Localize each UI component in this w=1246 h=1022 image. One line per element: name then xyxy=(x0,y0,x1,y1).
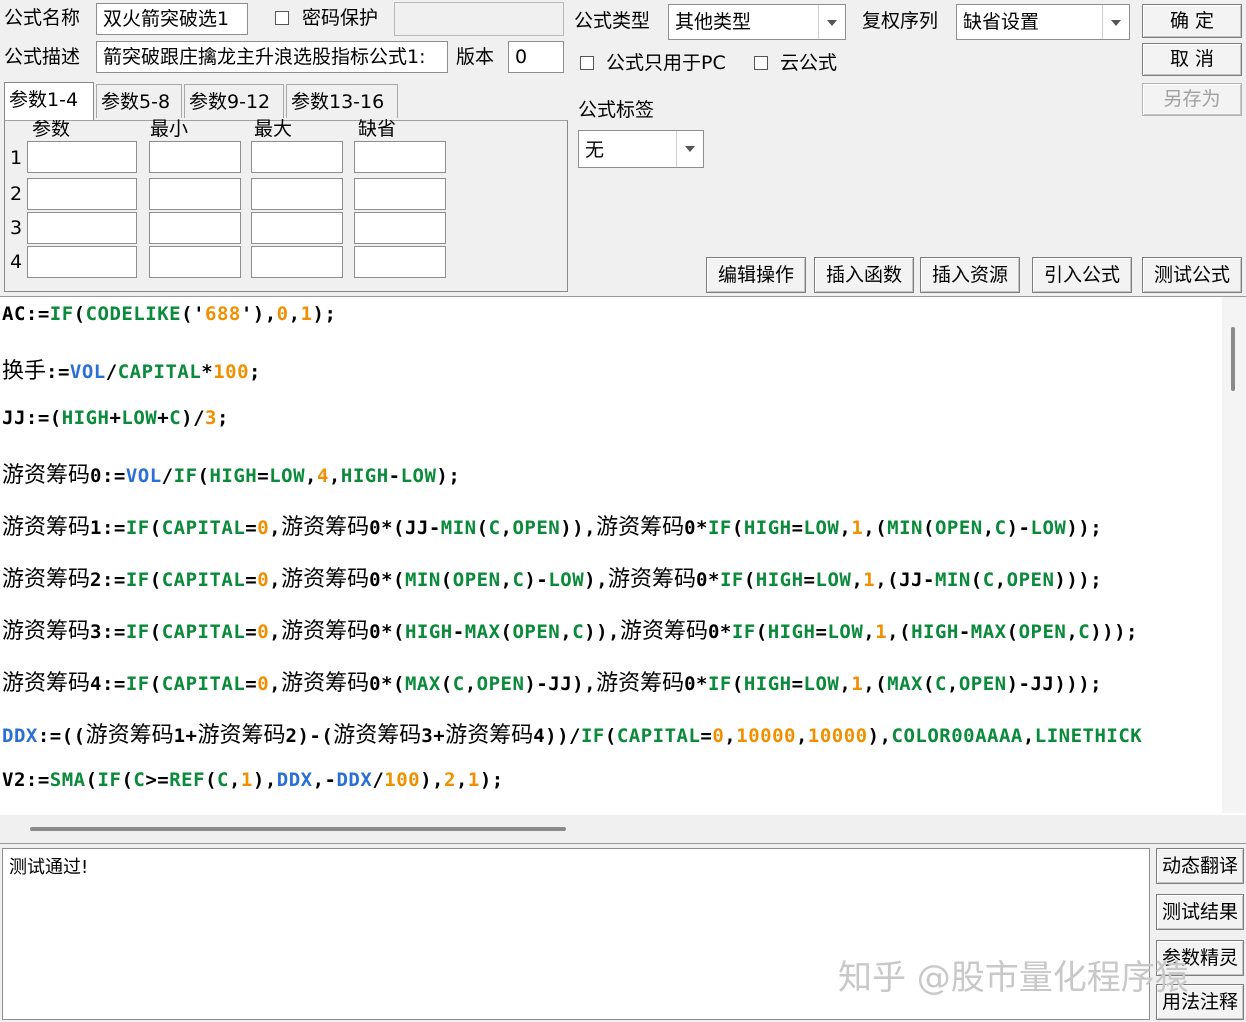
param-1-name-input[interactable] xyxy=(27,141,137,173)
vertical-scroll-thumb[interactable] xyxy=(1231,327,1235,391)
col-param-header: 参数 xyxy=(32,118,71,140)
formula-name-label: 公式名称 xyxy=(4,7,81,29)
rights-seq-label: 复权序列 xyxy=(862,10,939,32)
rights-seq-select[interactable]: 缺省设置 xyxy=(956,4,1130,40)
test-result-button[interactable]: 测试结果 xyxy=(1156,894,1244,930)
code-line-3: JJ:=(HIGH+LOW+C)/3; xyxy=(2,407,229,429)
version-input[interactable]: 0 xyxy=(508,41,564,73)
param-2-default-input[interactable] xyxy=(354,178,446,210)
insert-function-button[interactable]: 插入函数 xyxy=(814,257,914,293)
password-protect-label: 密码保护 xyxy=(302,7,379,29)
watermark: 知乎 @股市量化程序猿 xyxy=(838,958,1189,998)
param-4-min-input[interactable] xyxy=(149,246,241,278)
dynamic-translate-button[interactable]: 动态翻译 xyxy=(1156,848,1244,884)
code-area[interactable]: AC:=IF(CODELIKE('688'),0,1); 换手:=VOL/CAP… xyxy=(2,299,1220,815)
cloud-formula-checkbox[interactable] xyxy=(754,56,768,70)
formula-desc-label: 公式描述 xyxy=(4,46,81,68)
formula-tag-label: 公式标签 xyxy=(578,99,655,121)
col-max-header: 最大 xyxy=(254,118,293,140)
col-min-header: 最小 xyxy=(150,118,189,140)
param-1-min-input[interactable] xyxy=(149,141,241,173)
param-4-name-input[interactable] xyxy=(27,246,137,278)
param-4-max-input[interactable] xyxy=(251,246,343,278)
password-protect-checkbox[interactable] xyxy=(275,11,289,25)
param-4-default-input[interactable] xyxy=(354,246,446,278)
param-3-name-input[interactable] xyxy=(27,212,137,244)
param-row-3-label: 3 xyxy=(10,217,23,239)
code-line-5: 游资筹码1:=IF(CAPITAL=0,游资筹码0*(JJ-MIN(C,OPEN… xyxy=(2,515,1103,540)
code-line-4: 游资筹码0:=VOL/IF(HIGH=LOW,4,HIGH-LOW); xyxy=(2,463,461,488)
rights-seq-value: 缺省设置 xyxy=(963,11,1040,33)
tab-params-13-16[interactable]: 参数13-16 xyxy=(286,84,398,118)
pc-only-label: 公式只用于PC xyxy=(606,52,726,74)
formula-type-value: 其他类型 xyxy=(675,11,752,33)
ok-button[interactable]: 确 定 xyxy=(1142,4,1242,38)
formula-type-label: 公式类型 xyxy=(574,10,651,32)
code-editor[interactable]: AC:=IF(CODELIKE('688'),0,1); 换手:=VOL/CAP… xyxy=(0,296,1246,844)
param-row-4-label: 4 xyxy=(10,251,23,273)
formula-tag-select[interactable]: 无 xyxy=(578,130,704,168)
param-3-default-input[interactable] xyxy=(354,212,446,244)
pc-only-checkbox[interactable] xyxy=(580,56,594,70)
chevron-down-icon[interactable] xyxy=(676,131,703,167)
tab-params-5-8[interactable]: 参数5-8 xyxy=(96,84,182,118)
tab-params-1-4[interactable]: 参数1-4 xyxy=(4,82,94,120)
col-default-header: 缺省 xyxy=(358,118,397,140)
test-formula-button[interactable]: 测试公式 xyxy=(1142,257,1242,293)
vertical-scrollbar[interactable] xyxy=(1222,297,1246,813)
code-line-6: 游资筹码2:=IF(CAPITAL=0,游资筹码0*(MIN(OPEN,C)-L… xyxy=(2,567,1103,592)
param-2-max-input[interactable] xyxy=(251,178,343,210)
code-line-2: 换手:=VOL/CAPITAL*100; xyxy=(2,359,261,384)
code-line-8: 游资筹码4:=IF(CAPITAL=0,游资筹码0*(MAX(C,OPEN)-J… xyxy=(2,671,1103,696)
param-1-default-input[interactable] xyxy=(354,141,446,173)
code-line-7: 游资筹码3:=IF(CAPITAL=0,游资筹码0*(HIGH-MAX(OPEN… xyxy=(2,619,1138,644)
formula-desc-input[interactable]: 箭突破跟庄擒龙主升浪选股指标公式1: xyxy=(96,41,448,73)
param-3-min-input[interactable] xyxy=(149,212,241,244)
chevron-down-icon[interactable] xyxy=(818,5,845,39)
code-line-10: V2:=SMA(IF(C>=REF(C,1),DDX,-DDX/100),2,1… xyxy=(2,769,504,791)
param-1-max-input[interactable] xyxy=(251,141,343,173)
test-output-message: 测试通过! xyxy=(9,857,89,878)
import-formula-button[interactable]: 引入公式 xyxy=(1032,257,1132,293)
edit-ops-button[interactable]: 编辑操作 xyxy=(706,257,806,293)
param-row-2-label: 2 xyxy=(10,183,23,205)
formula-type-select[interactable]: 其他类型 xyxy=(668,4,846,40)
insert-resource-button[interactable]: 插入资源 xyxy=(920,257,1020,293)
password-input[interactable] xyxy=(394,2,564,36)
formula-name-input[interactable]: 双火箭突破选1 xyxy=(96,3,248,35)
formula-tag-value: 无 xyxy=(585,139,605,161)
param-2-name-input[interactable] xyxy=(27,178,137,210)
cloud-formula-label: 云公式 xyxy=(780,52,838,74)
param-2-min-input[interactable] xyxy=(149,178,241,210)
cancel-button[interactable]: 取 消 xyxy=(1142,43,1242,76)
code-line-9: DDX:=((游资筹码1+游资筹码2)-(游资筹码3+游资筹码4))/IF(CA… xyxy=(2,723,1143,748)
horizontal-scrollbar[interactable] xyxy=(0,815,1246,843)
horizontal-scroll-thumb[interactable] xyxy=(30,827,566,831)
tab-params-9-12[interactable]: 参数9-12 xyxy=(184,84,284,118)
param-3-max-input[interactable] xyxy=(251,212,343,244)
chevron-down-icon[interactable] xyxy=(1102,5,1129,39)
param-row-1-label: 1 xyxy=(10,147,23,169)
code-line-1: AC:=IF(CODELIKE('688'),0,1); xyxy=(2,303,337,325)
version-label: 版本 xyxy=(456,46,495,68)
save-as-button[interactable]: 另存为 xyxy=(1142,83,1242,116)
